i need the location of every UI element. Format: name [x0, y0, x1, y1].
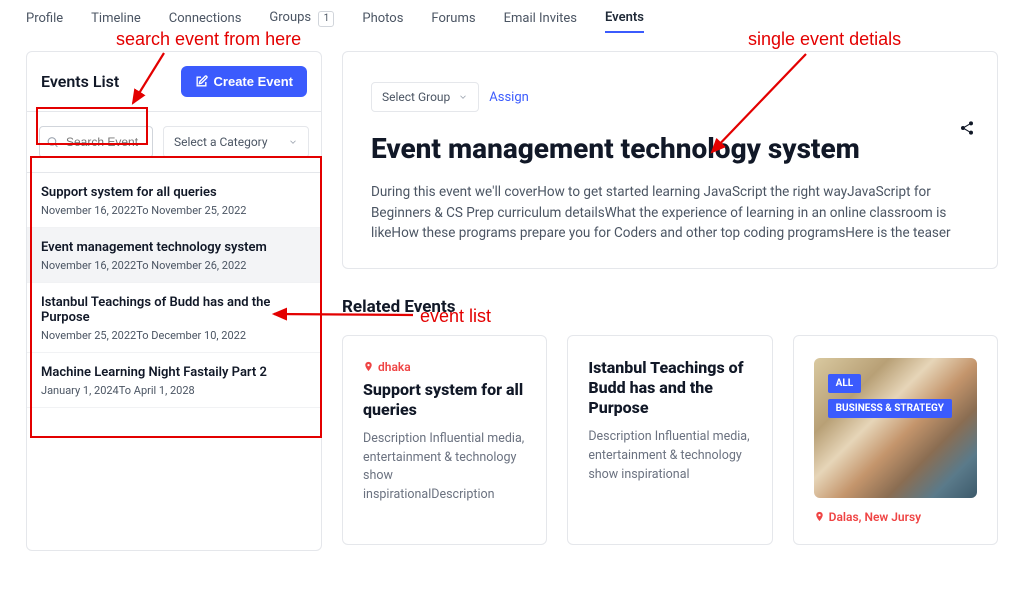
pin-icon	[363, 360, 374, 373]
event-row-title: Event management technology system	[41, 240, 307, 255]
event-row-dates: January 1, 2024To April 1, 2028	[41, 384, 307, 397]
share-icon[interactable]	[959, 120, 975, 136]
tag: ALL	[828, 374, 862, 393]
event-row[interactable]: Istanbul Teachings of Budd has and the P…	[27, 283, 321, 353]
events-list-panel: Events List Create Event Select a Catego…	[26, 51, 322, 551]
nav-timeline[interactable]: Timeline	[91, 11, 141, 32]
create-event-button[interactable]: Create Event	[181, 66, 307, 97]
card-location: Dalas, New Jursy	[814, 510, 921, 524]
card-desc: Description Influential media, entertain…	[363, 430, 526, 505]
chevron-down-icon	[458, 92, 468, 102]
category-select[interactable]: Select a Category	[163, 126, 309, 158]
tag: BUSINESS & STRATEGY	[828, 399, 952, 418]
event-row-title: Support system for all queries	[41, 185, 307, 200]
related-events-cards: dhaka Support system for all queries Des…	[342, 335, 998, 545]
related-card[interactable]: ALL BUSINESS & STRATEGY Dalas, New Jursy	[793, 335, 998, 545]
card-title: Istanbul Teachings of Budd has and the P…	[588, 358, 751, 418]
create-event-label: Create Event	[214, 74, 293, 89]
nav-groups[interactable]: Groups 1	[269, 10, 334, 33]
event-row-title: Machine Learning Night Fastaily Part 2	[41, 365, 307, 380]
nav-connections[interactable]: Connections	[169, 11, 242, 32]
event-description: During this event we'll coverHow to get …	[371, 182, 969, 245]
card-tags: ALL BUSINESS & STRATEGY	[828, 374, 977, 418]
nav-photos[interactable]: Photos	[362, 11, 403, 32]
events-list: Support system for all queries November …	[27, 173, 321, 408]
card-location: dhaka	[363, 360, 411, 374]
event-row[interactable]: Machine Learning Night Fastaily Part 2 J…	[27, 353, 321, 408]
card-desc: Description Influential media, entertain…	[588, 428, 751, 484]
search-input-wrap	[39, 126, 153, 158]
event-row-dates: November 16, 2022To November 25, 2022	[41, 204, 307, 217]
related-card[interactable]: Istanbul Teachings of Budd has and the P…	[567, 335, 772, 545]
pin-icon	[814, 510, 825, 523]
nav-profile[interactable]: Profile	[26, 11, 63, 32]
event-row[interactable]: Event management technology system Novem…	[27, 228, 321, 283]
card-image: ALL BUSINESS & STRATEGY	[814, 358, 977, 498]
nav-email-invites[interactable]: Email Invites	[504, 11, 577, 32]
event-detail-area: Select Group Assign Event management tec…	[342, 51, 998, 551]
group-select[interactable]: Select Group	[371, 82, 479, 112]
event-row-dates: November 25, 2022To December 10, 2022	[41, 329, 307, 342]
card-location-text: Dalas, New Jursy	[829, 510, 921, 524]
card-location-text: dhaka	[378, 360, 411, 374]
nav-forums[interactable]: Forums	[431, 11, 475, 32]
related-events-heading: Related Events	[342, 297, 998, 317]
edit-icon	[195, 75, 208, 88]
search-icon	[46, 136, 59, 149]
group-select-label: Select Group	[382, 90, 450, 104]
chevron-down-icon	[288, 137, 298, 147]
events-list-title: Events List	[41, 72, 119, 91]
assign-link[interactable]: Assign	[489, 90, 529, 105]
event-title: Event management technology system	[371, 132, 969, 166]
category-select-label: Select a Category	[174, 135, 268, 149]
top-nav: Profile Timeline Connections Groups 1 Ph…	[0, 0, 1024, 41]
related-card[interactable]: dhaka Support system for all queries Des…	[342, 335, 547, 545]
groups-count-badge: 1	[318, 11, 334, 27]
event-row[interactable]: Support system for all queries November …	[27, 173, 321, 228]
nav-events[interactable]: Events	[605, 10, 644, 33]
event-detail-card: Select Group Assign Event management tec…	[342, 51, 998, 269]
nav-groups-label: Groups	[269, 10, 311, 25]
card-title: Support system for all queries	[363, 380, 526, 420]
event-row-title: Istanbul Teachings of Budd has and the P…	[41, 295, 307, 325]
event-row-dates: November 16, 2022To November 26, 2022	[41, 259, 307, 272]
